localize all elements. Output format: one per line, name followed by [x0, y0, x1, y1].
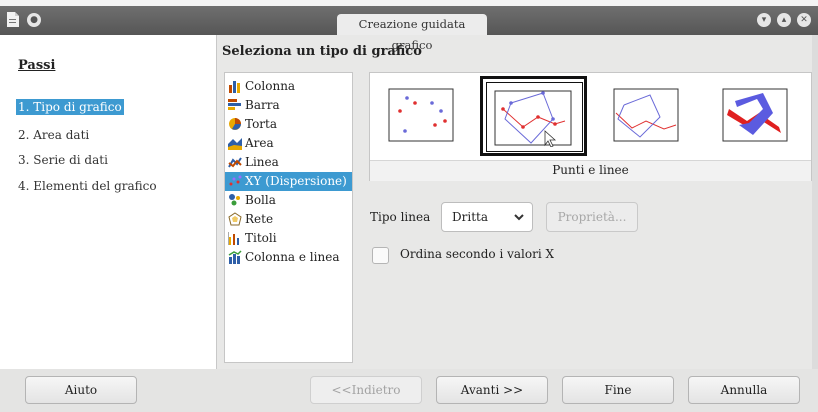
maximize-icon[interactable]: ▴ — [777, 13, 791, 27]
chevron-down-icon — [514, 214, 524, 221]
help-button[interactable]: Aiuto — [25, 376, 137, 404]
bar-chart-icon — [228, 99, 241, 110]
right-edge — [812, 35, 818, 369]
list-item-label: Area — [245, 136, 274, 150]
properties-button[interactable]: Proprietà... — [546, 202, 638, 232]
variant-points-and-lines — [494, 90, 572, 147]
variant-points-and-lines-selected[interactable] — [480, 76, 587, 156]
sort-by-x-label: Ordina secondo i valori X — [400, 247, 555, 261]
net-chart-icon — [228, 212, 242, 226]
variant-points-only[interactable] — [385, 83, 457, 147]
column-line-chart-icon — [228, 250, 242, 264]
list-item-label: Barra — [245, 98, 280, 112]
pie-chart-icon — [229, 118, 241, 130]
list-item-bar[interactable]: Barra — [225, 96, 352, 115]
sort-by-x-checkbox[interactable] — [372, 247, 389, 264]
list-item-bubble[interactable]: Bolla — [225, 191, 352, 210]
column-chart-icon — [229, 81, 240, 93]
steps-title: Passi — [18, 58, 56, 73]
variant-caption-bar: Punti e linee — [370, 160, 811, 181]
document-icon — [7, 12, 19, 27]
bubble-chart-icon — [229, 194, 240, 206]
step-data-series[interactable]: 3. Serie di dati — [18, 153, 108, 167]
next-button[interactable]: Avanti >> — [436, 376, 548, 404]
list-item-area[interactable]: Area — [225, 134, 352, 153]
list-item-xy-scatter[interactable]: XY (Dispersione) — [225, 172, 352, 191]
list-item-net[interactable]: Rete — [225, 210, 352, 229]
variant-3d-lines[interactable] — [719, 83, 791, 147]
variant-lines-only[interactable] — [610, 83, 682, 147]
line-chart-icon — [228, 157, 242, 168]
line-type-value: Dritta — [452, 210, 488, 224]
finish-button[interactable]: Fine — [562, 376, 674, 404]
steps-panel — [0, 35, 217, 369]
back-button[interactable]: <<Indietro — [310, 376, 422, 404]
window-menu-icon[interactable]: ● — [27, 13, 41, 27]
list-item-label: Linea — [245, 155, 279, 169]
scatter-chart-icon — [229, 175, 242, 186]
step-data-range[interactable]: 2. Area dati — [18, 128, 89, 142]
step-chart-type[interactable]: 1. Tipo di grafico — [16, 99, 124, 115]
chart-type-list[interactable]: Colonna Barra Torta Area Linea XY (Dispe… — [224, 72, 353, 363]
list-item-label: Rete — [245, 212, 274, 226]
line-type-label: Tipo linea — [370, 210, 431, 224]
list-item-label: Bolla — [245, 193, 276, 207]
section-title: Seleziona un tipo di grafico — [222, 44, 422, 59]
step-chart-elements[interactable]: 4. Elementi del grafico — [18, 179, 157, 193]
list-item-line[interactable]: Linea — [225, 153, 352, 172]
cancel-button[interactable]: Annulla — [688, 376, 800, 404]
list-item-label: Colonna — [245, 79, 296, 93]
stock-chart-icon — [228, 232, 239, 245]
list-item-column-line[interactable]: Colonna e linea — [225, 248, 352, 267]
list-item-stock[interactable]: Titoli — [225, 229, 352, 248]
list-item-pie[interactable]: Torta — [225, 115, 352, 134]
list-item-label: Colonna e linea — [245, 250, 340, 264]
variant-name: Punti e linee — [552, 163, 629, 177]
chart-variant-panel: Punti e linee — [369, 72, 812, 181]
minimize-icon[interactable]: ▾ — [757, 13, 771, 27]
list-item-label: XY (Dispersione) — [245, 174, 347, 188]
line-type-dropdown[interactable]: Dritta — [441, 202, 533, 232]
list-item-column[interactable]: Colonna — [225, 77, 352, 96]
area-chart-icon — [228, 138, 242, 150]
list-item-label: Torta — [245, 117, 278, 131]
list-item-label: Titoli — [245, 231, 277, 245]
window-title: Creazione guidata grafico — [337, 14, 487, 52]
close-icon[interactable]: ✕ — [797, 13, 811, 27]
